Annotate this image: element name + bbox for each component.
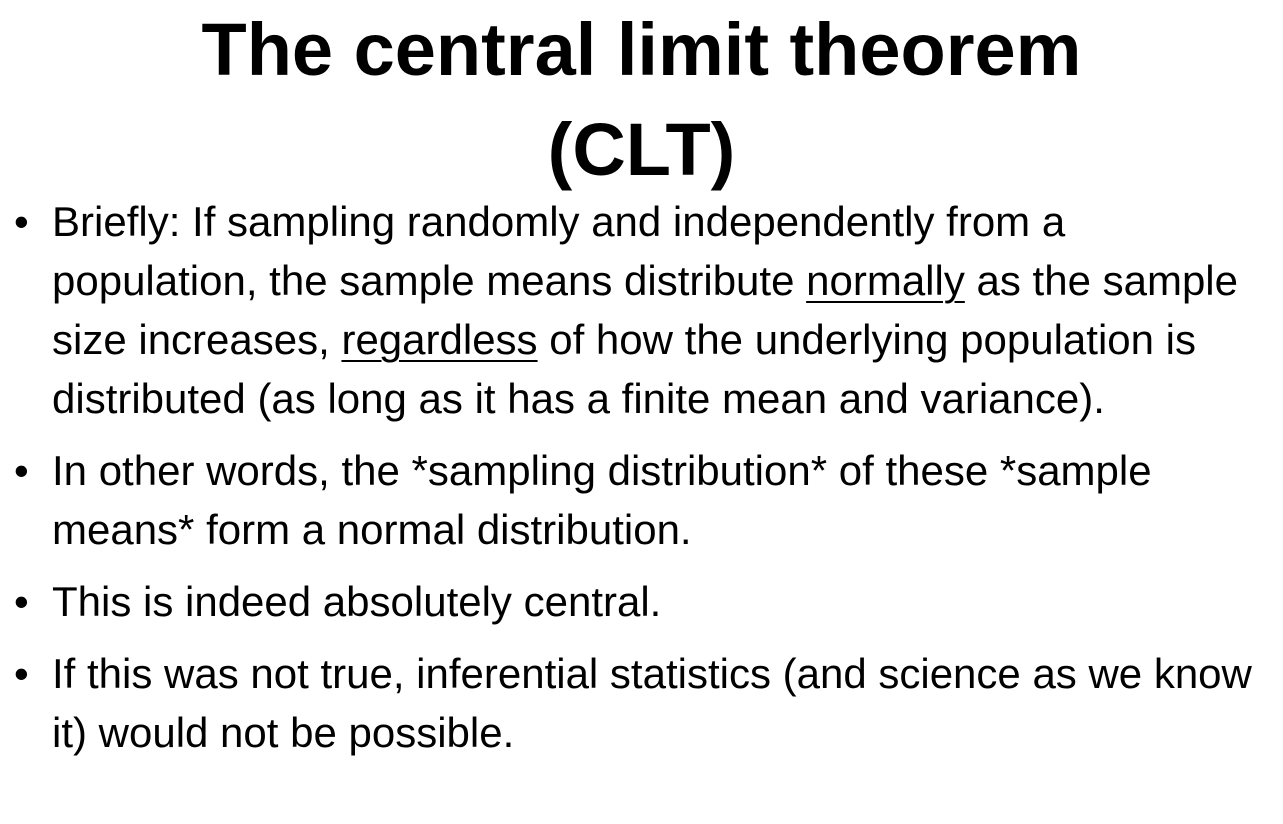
bullet-item-inferential-statistics: • If this was not true, inferential stat… [0,644,1283,762]
slide-title: The central limit theorem (CLT) [0,0,1283,200]
bullet-item-clt-definition: • Briefly: If sampling randomly and inde… [0,192,1283,428]
bullet-dot-icon: • [14,650,29,697]
bullet-text: This is indeed absolutely central. [52,578,662,625]
bullet-text: In other words, the *sampling distributi… [52,447,1152,553]
bullet-item-sampling-distribution: • In other words, the *sampling distribu… [0,441,1283,559]
slide-title-line-1: The central limit theorem [201,8,1082,91]
underlined-word-regardless: regardless [341,316,538,363]
bullet-text: If this was not true, inferential statis… [52,650,1252,756]
slide-title-line-2: (CLT) [547,108,736,191]
bullet-dot-icon: • [14,578,29,625]
bullet-list: • Briefly: If sampling randomly and inde… [0,192,1283,775]
slide: The central limit theorem (CLT) • Briefl… [0,0,1283,824]
bullet-dot-icon: • [14,447,29,494]
underlined-word-normally: normally [806,257,965,304]
bullet-item-absolutely-central: • This is indeed absolutely central. [0,572,1283,631]
bullet-dot-icon: • [14,198,29,245]
